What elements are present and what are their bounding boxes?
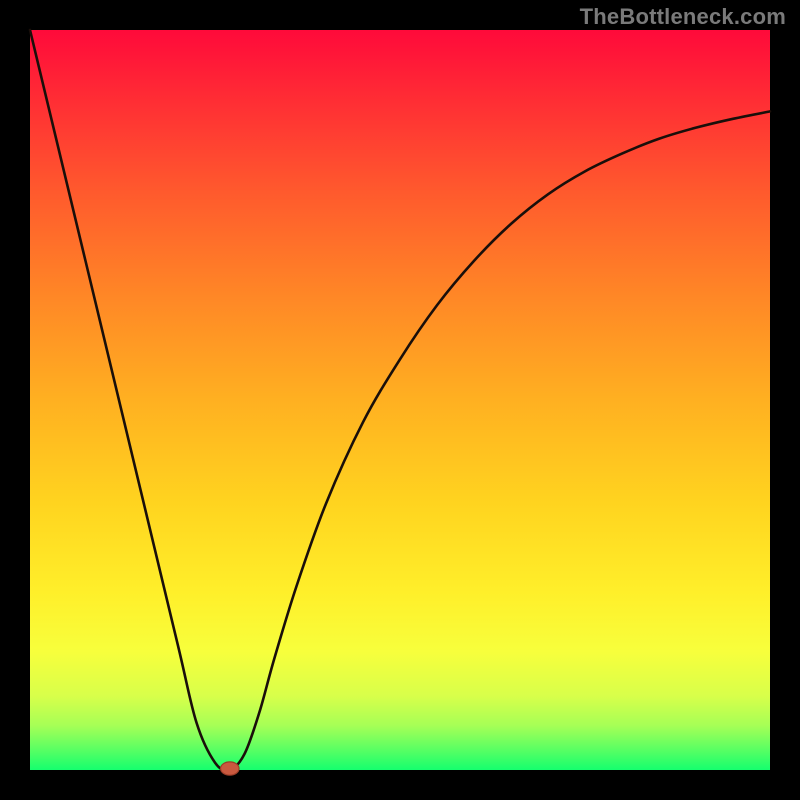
watermark-text: TheBottleneck.com [580, 4, 786, 30]
minimum-marker [221, 762, 240, 775]
curve-layer [30, 30, 770, 770]
bottleneck-curve [30, 30, 770, 771]
chart-frame: TheBottleneck.com [0, 0, 800, 800]
plot-area [30, 30, 770, 770]
